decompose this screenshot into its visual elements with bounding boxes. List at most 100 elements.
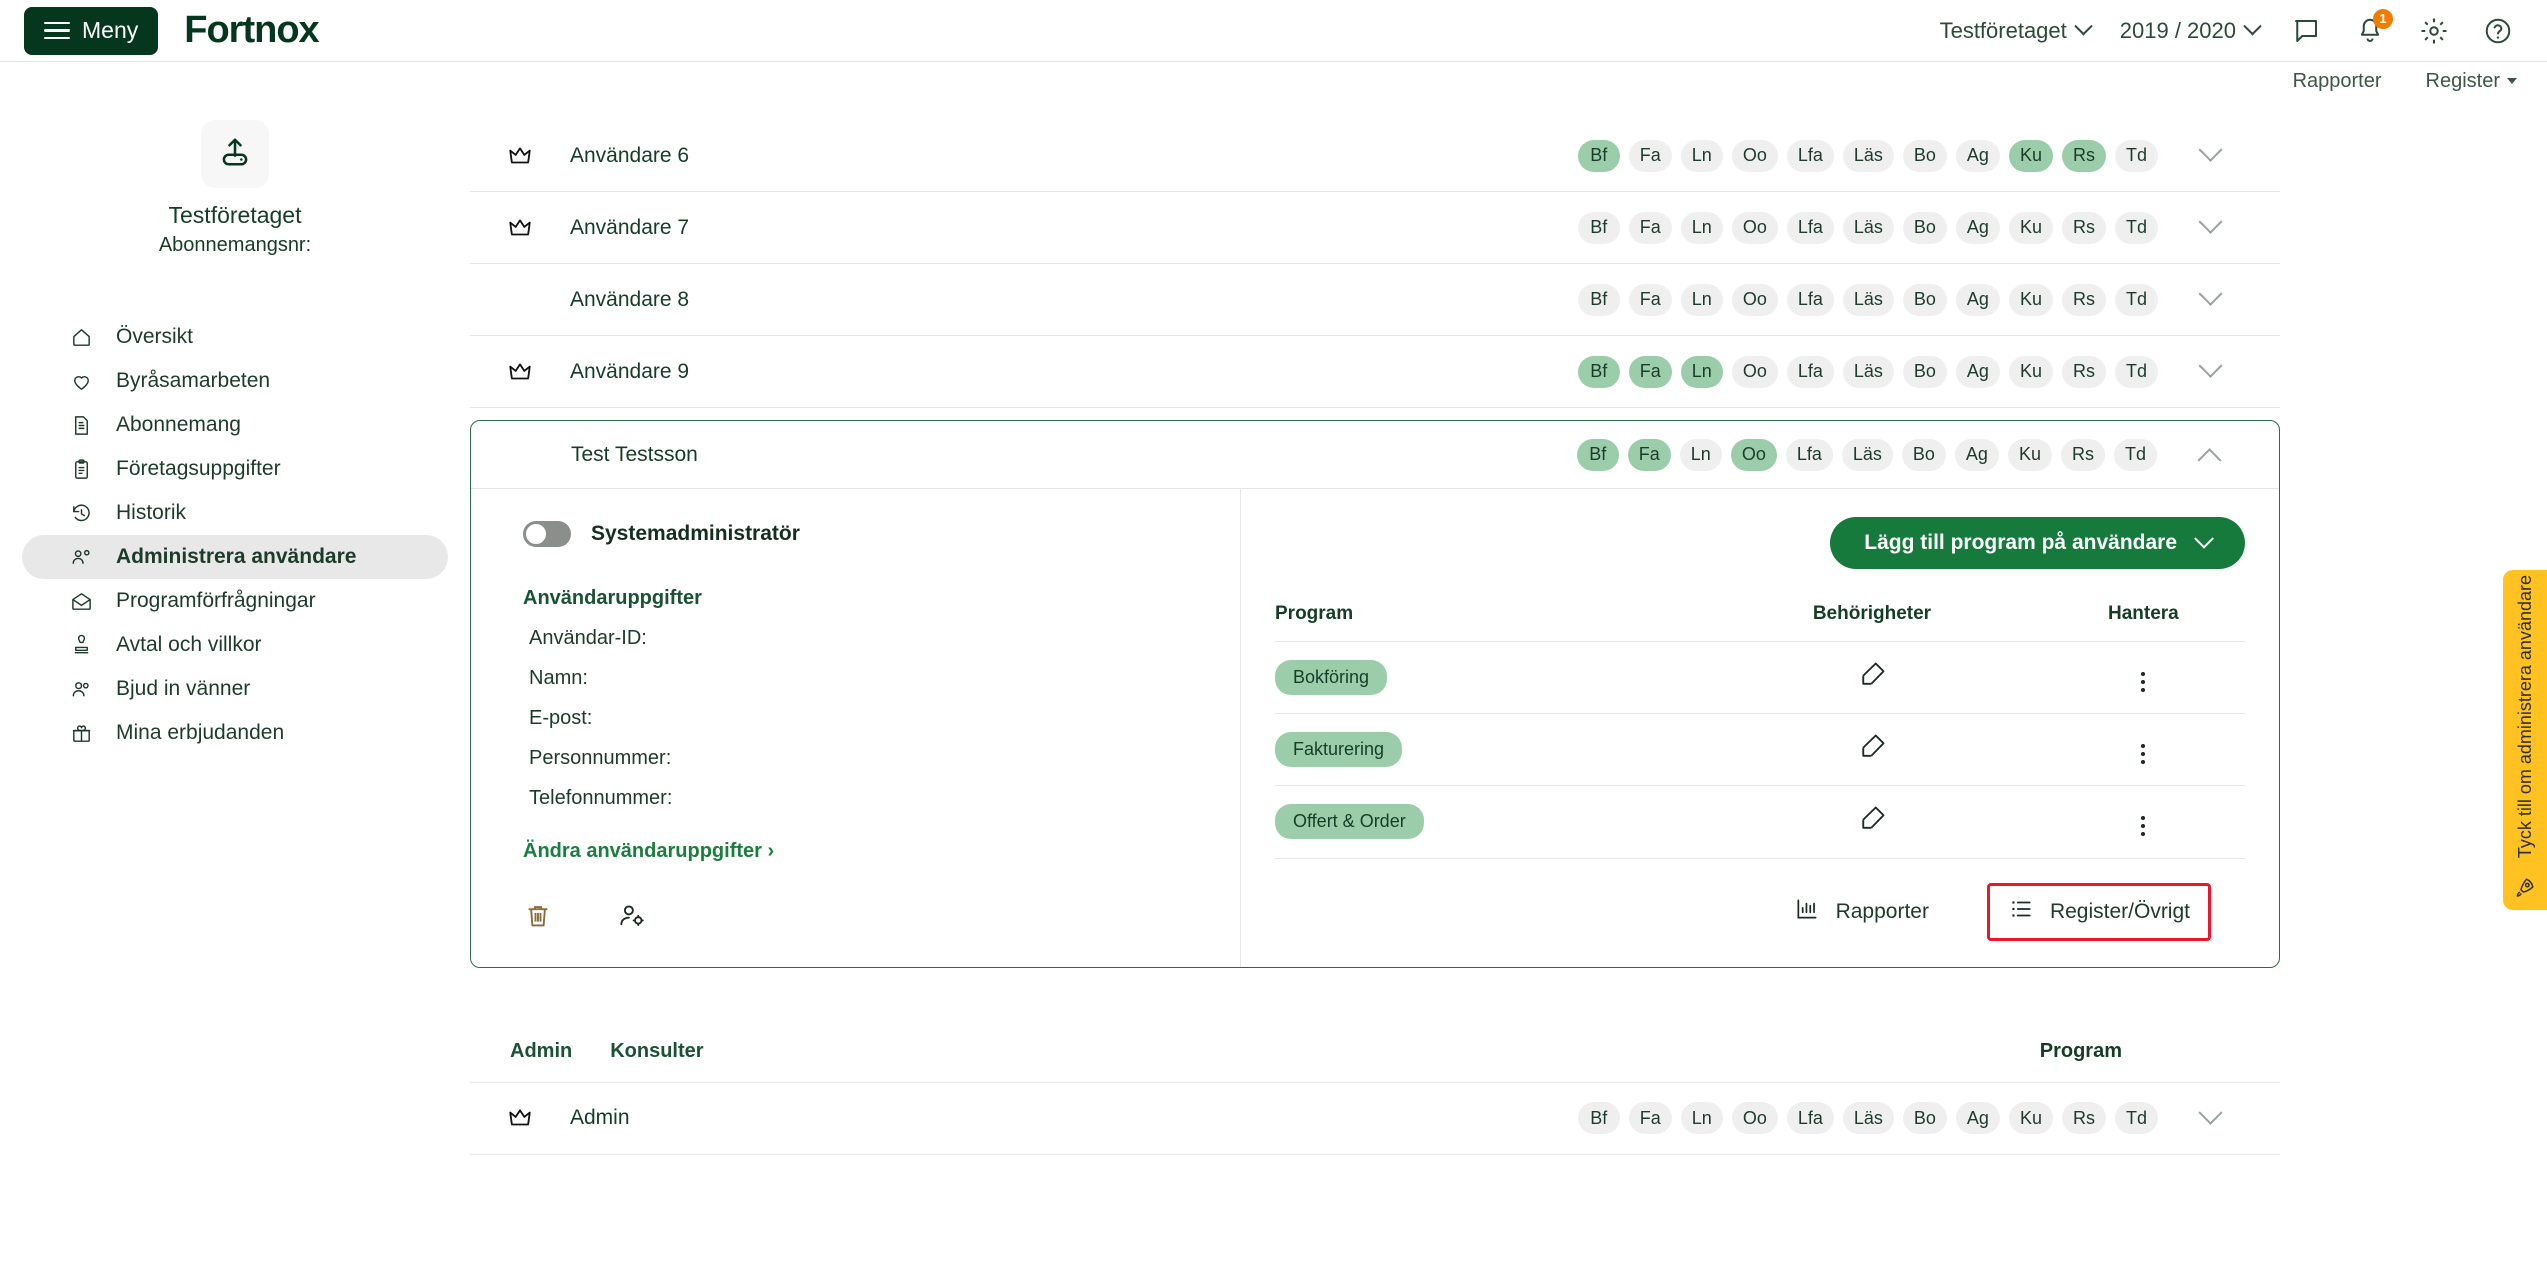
register-ovrigt-button[interactable]: Register/Övrigt bbox=[1986, 882, 2211, 941]
badge-ln[interactable]: Ln bbox=[1680, 355, 1723, 388]
expand-row-button[interactable] bbox=[2180, 353, 2240, 380]
badge-las[interactable]: Läs bbox=[1841, 438, 1893, 471]
badge-oo[interactable]: Oo bbox=[1731, 355, 1778, 388]
collapse-row-button[interactable] bbox=[2179, 446, 2239, 473]
badge-td[interactable]: Td bbox=[2114, 1102, 2158, 1134]
badge-oo[interactable]: Oo bbox=[1731, 283, 1778, 316]
kebab-menu-icon[interactable] bbox=[2141, 672, 2146, 692]
table-row[interactable]: Användare 7 Bf Fa Ln Oo Lfa Läs Bo Ag Ku… bbox=[470, 192, 2280, 264]
sidebar-item-programforfragningar[interactable]: Programförfrågningar bbox=[22, 579, 448, 623]
expand-row-button[interactable] bbox=[2180, 209, 2240, 236]
badge-oo[interactable]: Oo bbox=[1730, 438, 1777, 471]
badge-oo[interactable]: Oo bbox=[1731, 211, 1778, 244]
badge-fa[interactable]: Fa bbox=[1628, 283, 1672, 316]
chat-icon[interactable] bbox=[2289, 14, 2323, 48]
badge-rs[interactable]: Rs bbox=[2061, 211, 2106, 244]
badge-lfa[interactable]: Lfa bbox=[1786, 139, 1834, 172]
badge-lfa[interactable]: Lfa bbox=[1786, 1102, 1834, 1134]
badge-ln[interactable]: Ln bbox=[1680, 283, 1723, 316]
badge-rs[interactable]: Rs bbox=[2060, 438, 2105, 471]
fiscal-year-selector[interactable]: 2019 / 2020 bbox=[2120, 17, 2262, 44]
edit-pencil-icon[interactable] bbox=[1857, 662, 1887, 694]
badge-ku[interactable]: Ku bbox=[2008, 355, 2053, 388]
sysadmin-toggle[interactable] bbox=[523, 521, 571, 547]
edit-user-details-link[interactable]: Ändra användaruppgifter › bbox=[523, 840, 1240, 863]
user-settings-icon[interactable] bbox=[617, 901, 647, 936]
badge-las[interactable]: Läs bbox=[1842, 139, 1894, 172]
badge-bo[interactable]: Bo bbox=[1902, 139, 1947, 172]
badge-fa[interactable]: Fa bbox=[1627, 438, 1671, 471]
help-icon[interactable] bbox=[2481, 14, 2515, 48]
edit-pencil-icon[interactable] bbox=[1857, 806, 1887, 838]
badge-fa[interactable]: Fa bbox=[1628, 211, 1672, 244]
subnav-item-rapporter[interactable]: Rapporter bbox=[2293, 70, 2382, 93]
sidebar-item-foretagsuppgifter[interactable]: Företagsuppgifter bbox=[22, 447, 448, 491]
badge-lfa[interactable]: Lfa bbox=[1785, 438, 1833, 471]
badge-lfa[interactable]: Lfa bbox=[1786, 211, 1834, 244]
gear-icon[interactable] bbox=[2417, 14, 2451, 48]
sidebar-item-administrera-anvandare[interactable]: Administrera användare bbox=[22, 535, 448, 579]
table-row[interactable]: Användare 9 Bf Fa Ln Oo Lfa Läs Bo Ag Ku… bbox=[470, 336, 2280, 408]
kebab-menu-icon[interactable] bbox=[2141, 816, 2146, 837]
rapporter-button[interactable]: Rapporter bbox=[1780, 886, 1943, 938]
badge-bo[interactable]: Bo bbox=[1902, 1102, 1947, 1134]
tab-konsulter[interactable]: Konsulter bbox=[610, 1040, 703, 1063]
badge-ag[interactable]: Ag bbox=[1955, 1102, 2000, 1134]
badge-bf[interactable]: Bf bbox=[1577, 139, 1620, 172]
badge-ag[interactable]: Ag bbox=[1955, 139, 2000, 172]
badge-ln[interactable]: Ln bbox=[1679, 438, 1722, 471]
edit-pencil-icon[interactable] bbox=[1857, 734, 1887, 766]
badge-fa[interactable]: Fa bbox=[1628, 139, 1672, 172]
sidebar-item-historik[interactable]: Historik bbox=[22, 491, 448, 535]
badge-oo[interactable]: Oo bbox=[1731, 1102, 1778, 1134]
table-row[interactable]: Användare 8 Bf Fa Ln Oo Lfa Läs Bo Ag Ku… bbox=[470, 264, 2280, 336]
badge-lfa[interactable]: Lfa bbox=[1786, 355, 1834, 388]
badge-bo[interactable]: Bo bbox=[1902, 283, 1947, 316]
badge-td[interactable]: Td bbox=[2114, 355, 2158, 388]
kebab-menu-icon[interactable] bbox=[2141, 744, 2146, 764]
badge-td[interactable]: Td bbox=[2114, 139, 2158, 172]
badge-bf[interactable]: Bf bbox=[1577, 1102, 1620, 1134]
badge-lfa[interactable]: Lfa bbox=[1786, 283, 1834, 316]
expand-row-button[interactable] bbox=[2180, 137, 2240, 164]
badge-bo[interactable]: Bo bbox=[1901, 438, 1946, 471]
company-selector[interactable]: Testföretaget bbox=[1940, 17, 2093, 44]
menu-button[interactable]: Meny bbox=[24, 6, 159, 55]
badge-las[interactable]: Läs bbox=[1842, 355, 1894, 388]
sidebar-item-abonnemang[interactable]: Abonnemang bbox=[22, 403, 448, 447]
badge-td[interactable]: Td bbox=[2113, 438, 2157, 471]
badge-bf[interactable]: Bf bbox=[1577, 211, 1620, 244]
badge-ku[interactable]: Ku bbox=[2008, 1102, 2053, 1134]
badge-ku[interactable]: Ku bbox=[2008, 283, 2053, 316]
badge-rs[interactable]: Rs bbox=[2061, 1102, 2106, 1134]
badge-ln[interactable]: Ln bbox=[1680, 139, 1723, 172]
table-row[interactable]: Användare 6 Bf Fa Ln Oo Lfa Läs Bo Ag Ku… bbox=[470, 120, 2280, 192]
sidebar-item-mina-erbjudanden[interactable]: Mina erbjudanden bbox=[22, 711, 448, 755]
badge-fa[interactable]: Fa bbox=[1628, 355, 1672, 388]
badge-las[interactable]: Läs bbox=[1842, 283, 1894, 316]
badge-bf[interactable]: Bf bbox=[1576, 438, 1619, 471]
feedback-tab[interactable]: Tyck till om administrera användare bbox=[2503, 570, 2547, 910]
badge-fa[interactable]: Fa bbox=[1628, 1102, 1672, 1134]
badge-bo[interactable]: Bo bbox=[1902, 211, 1947, 244]
badge-ku[interactable]: Ku bbox=[2008, 139, 2053, 172]
badge-ag[interactable]: Ag bbox=[1955, 283, 2000, 316]
badge-ku[interactable]: Ku bbox=[2008, 211, 2053, 244]
badge-ln[interactable]: Ln bbox=[1680, 1102, 1723, 1134]
badge-td[interactable]: Td bbox=[2114, 211, 2158, 244]
badge-ag[interactable]: Ag bbox=[1955, 211, 2000, 244]
badge-bf[interactable]: Bf bbox=[1577, 355, 1620, 388]
trash-icon[interactable] bbox=[523, 901, 553, 936]
badge-bf[interactable]: Bf bbox=[1577, 283, 1620, 316]
badge-las[interactable]: Läs bbox=[1842, 1102, 1894, 1134]
sidebar-item-oversikt[interactable]: Översikt bbox=[22, 315, 448, 359]
expand-row-button[interactable] bbox=[2180, 1100, 2240, 1127]
badge-rs[interactable]: Rs bbox=[2061, 355, 2106, 388]
badge-las[interactable]: Läs bbox=[1842, 211, 1894, 244]
table-row[interactable]: Admin Bf Fa Ln Oo Lfa Läs Bo Ag Ku Rs Td bbox=[470, 1083, 2280, 1155]
badge-ku[interactable]: Ku bbox=[2007, 438, 2052, 471]
sidebar-item-avtal-och-villkor[interactable]: Avtal och villkor bbox=[22, 623, 448, 667]
tab-admin[interactable]: Admin bbox=[510, 1040, 572, 1063]
badge-ag[interactable]: Ag bbox=[1955, 355, 2000, 388]
badge-ln[interactable]: Ln bbox=[1680, 211, 1723, 244]
